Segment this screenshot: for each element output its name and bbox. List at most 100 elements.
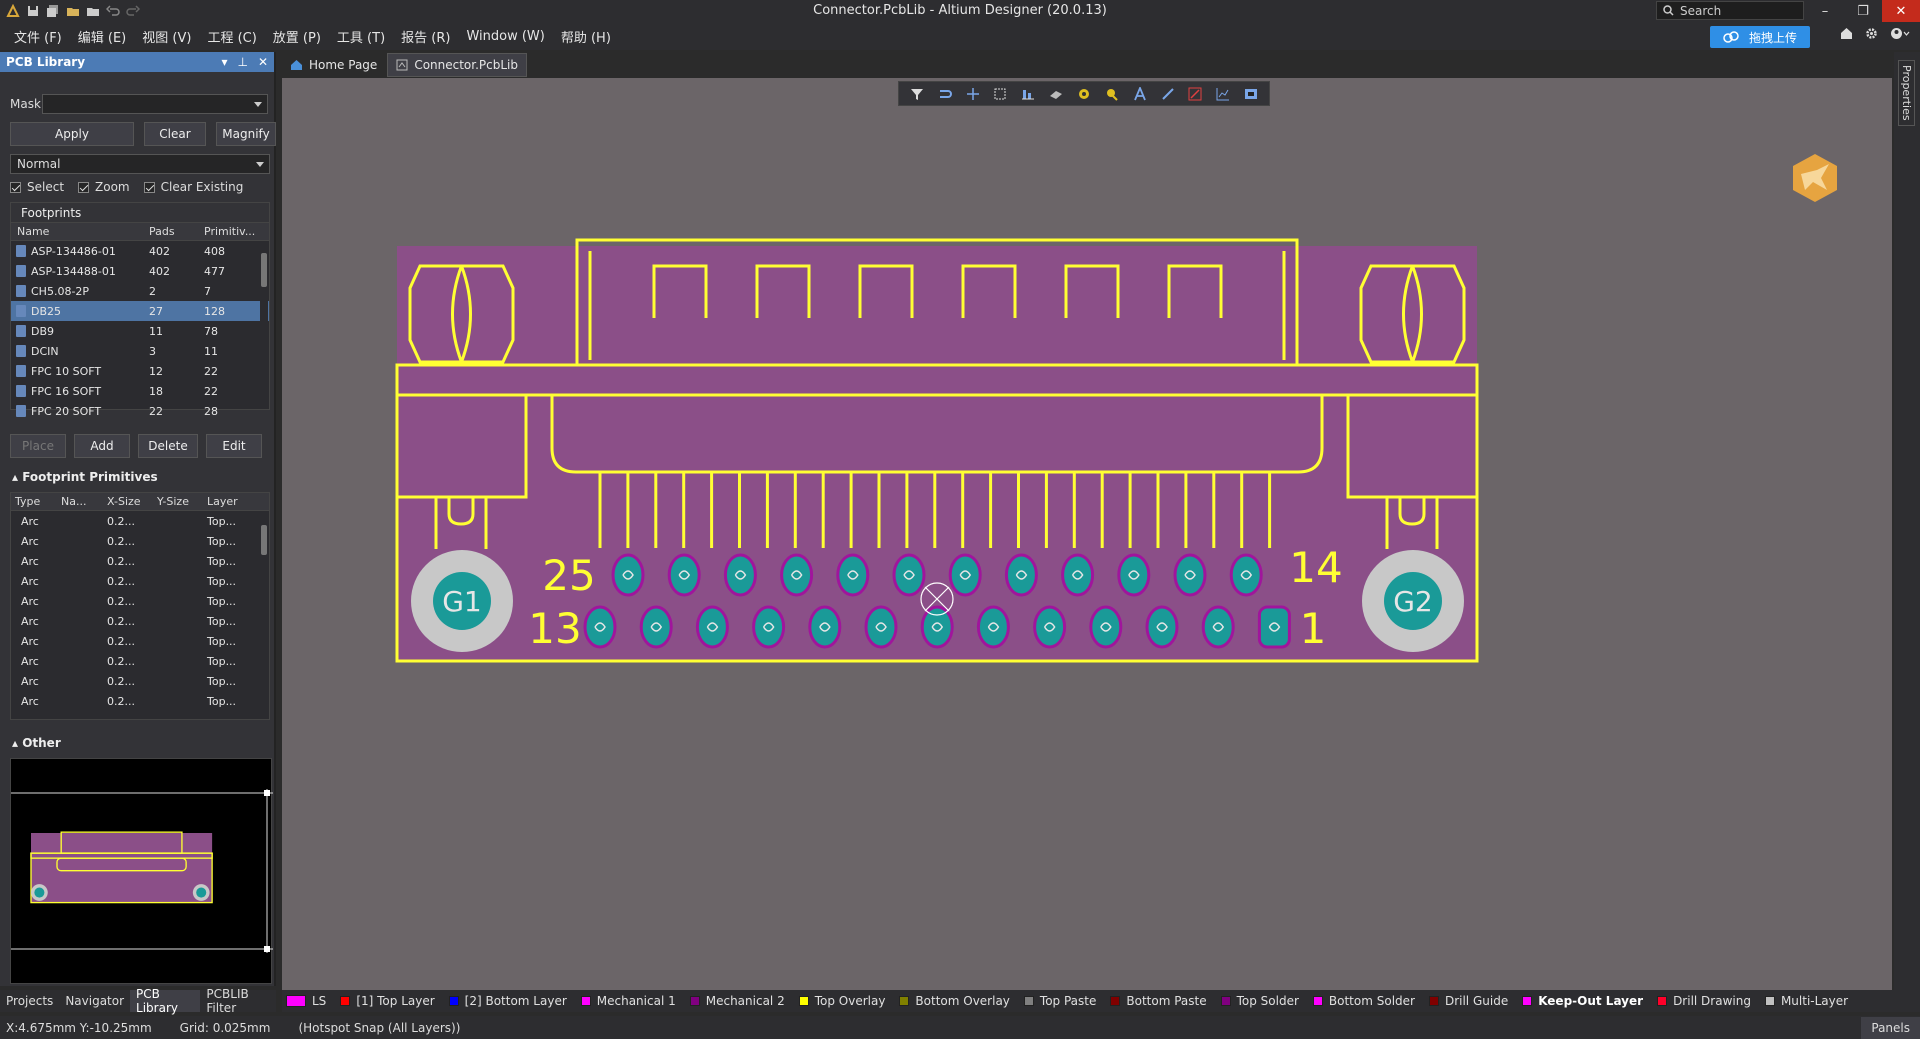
menu-view[interactable]: 视图 (V) — [134, 27, 199, 46]
tab-pcb-library[interactable]: PCB Library — [130, 987, 201, 1015]
primitive-layer: Top... — [207, 514, 237, 528]
footprint-row[interactable]: FPC 16 SOFT 18 22 — [11, 381, 269, 401]
tab-projects[interactable]: Projects — [0, 990, 59, 1012]
mask-input[interactable] — [42, 94, 268, 114]
layer-tab[interactable]: [1] Top Layer — [340, 994, 435, 1008]
apply-button[interactable]: Apply — [10, 122, 134, 146]
panels-button[interactable]: Panels — [1861, 1017, 1920, 1039]
menu-help[interactable]: 帮助 (H) — [553, 27, 619, 46]
zoom-checkbox[interactable]: Zoom — [78, 180, 130, 194]
edit-button[interactable]: Edit — [206, 434, 262, 458]
primitive-row[interactable]: Arc 0.2... Top... — [11, 511, 269, 531]
clear-existing-checkbox[interactable]: Clear Existing — [143, 180, 243, 194]
footprint-preview[interactable] — [10, 758, 273, 984]
footprint-row[interactable]: CH5.08-2P 2 7 — [11, 281, 269, 301]
layer-tab[interactable]: [2] Bottom Layer — [448, 994, 567, 1008]
minimize-button[interactable]: – — [1806, 0, 1844, 22]
panel-menu-icon[interactable]: ▾ — [221, 55, 227, 69]
col-type[interactable]: Type — [11, 495, 61, 508]
pin-icon[interactable]: ⊥ — [237, 55, 247, 69]
col-name-short[interactable]: Na... — [61, 495, 107, 508]
col-pads[interactable]: Pads — [149, 225, 204, 238]
menu-reports[interactable]: 报告 (R) — [393, 27, 458, 46]
undo-icon[interactable] — [106, 4, 120, 18]
clear-button[interactable]: Clear — [144, 122, 206, 146]
footprint-row[interactable]: DB25 27 128 — [11, 301, 269, 321]
pcb-canvas[interactable]: G1 G2 25 13 14 1 — [282, 78, 1892, 990]
primitive-row[interactable]: Arc 0.2... Top... — [11, 691, 269, 711]
menu-file[interactable]: 文件 (F) — [6, 27, 70, 46]
home-icon[interactable] — [1840, 27, 1853, 40]
primitives-scrollbar[interactable] — [260, 511, 268, 719]
footprint-row[interactable]: FPC 20 SOFT 22 28 — [11, 401, 269, 421]
upload-button[interactable]: 拖拽上传 — [1710, 26, 1810, 48]
primitive-row[interactable]: Arc 0.2... Top... — [11, 551, 269, 571]
layer-tab[interactable]: Bottom Paste — [1110, 994, 1207, 1008]
menu-window[interactable]: Window (W) — [458, 29, 552, 44]
user-icon[interactable] — [1890, 27, 1910, 40]
layer-tab[interactable]: Top Overlay — [798, 994, 885, 1008]
col-layer[interactable]: Layer — [207, 495, 257, 508]
layer-tab[interactable]: Drill Guide — [1428, 994, 1508, 1008]
primitive-row[interactable]: Arc 0.2... Top... — [11, 591, 269, 611]
menu-edit[interactable]: 编辑 (E) — [70, 27, 135, 46]
primitive-row[interactable]: Arc 0.2... Top... — [11, 531, 269, 551]
layer-tab[interactable]: LS — [286, 994, 326, 1008]
footprint-primitives: 7 — [204, 284, 211, 298]
footprint-row[interactable]: DB9 11 78 — [11, 321, 269, 341]
place-button[interactable]: Place — [10, 434, 66, 458]
footprint-row[interactable]: FPC 10 SOFT 12 22 — [11, 361, 269, 381]
maximize-button[interactable]: ❐ — [1844, 0, 1882, 22]
footprint-row[interactable]: DCIN 3 11 — [11, 341, 269, 361]
tab-home-page[interactable]: Home Page — [282, 53, 385, 77]
layer-tab[interactable]: Mechanical 1 — [580, 994, 676, 1008]
primitive-row[interactable]: Arc 0.2... Top... — [11, 611, 269, 631]
primitive-row[interactable]: Arc 0.2... Top... — [11, 631, 269, 651]
footprint-row[interactable]: ASP-134486-01 402 408 — [11, 241, 269, 261]
footprint-row[interactable]: ASP-134488-01 402 477 — [11, 261, 269, 281]
close-button[interactable]: ✕ — [1882, 0, 1920, 22]
col-xsize[interactable]: X-Size — [107, 495, 157, 508]
layer-tab[interactable]: Multi-Layer — [1764, 994, 1848, 1008]
menu-tools[interactable]: 工具 (T) — [329, 27, 393, 46]
layer-name: Mechanical 2 — [705, 994, 785, 1008]
search-input[interactable]: Search — [1656, 1, 1804, 20]
col-primitives[interactable]: Primitiv... — [204, 225, 259, 238]
save-icon[interactable] — [26, 4, 40, 18]
col-ysize[interactable]: Y-Size — [157, 495, 207, 508]
layer-tab[interactable]: Drill Drawing — [1657, 994, 1751, 1008]
layer-tab[interactable]: Top Paste — [1023, 994, 1096, 1008]
magnify-button[interactable]: Magnify — [216, 122, 276, 146]
layer-tab[interactable]: Mechanical 2 — [689, 994, 785, 1008]
other-section[interactable]: ▴ Other — [12, 736, 61, 750]
tab-navigator[interactable]: Navigator — [59, 990, 130, 1012]
layer-tab[interactable]: Keep-Out Layer — [1522, 994, 1643, 1008]
primitive-row[interactable]: Arc 0.2... Top... — [11, 571, 269, 591]
save-all-icon[interactable] — [46, 4, 60, 18]
add-button[interactable]: Add — [74, 434, 130, 458]
layer-tab[interactable]: Bottom Solder — [1312, 994, 1415, 1008]
delete-button[interactable]: Delete — [138, 434, 198, 458]
mode-select[interactable]: Normal — [10, 154, 270, 174]
select-checkbox[interactable]: Select — [10, 180, 64, 194]
gear-icon[interactable] — [1865, 27, 1878, 40]
layer-tab[interactable]: Bottom Overlay — [899, 994, 1010, 1008]
open-project-icon[interactable] — [86, 4, 100, 18]
col-name[interactable]: Name — [11, 225, 149, 238]
menu-place[interactable]: 放置 (P) — [265, 27, 329, 46]
open-folder-icon[interactable] — [66, 4, 80, 18]
layer-tab[interactable]: Top Solder — [1220, 994, 1299, 1008]
menu-project[interactable]: 工程 (C) — [199, 27, 264, 46]
redo-icon[interactable] — [126, 4, 140, 18]
tab-connector-pcblib[interactable]: Connector.PcbLib — [387, 53, 528, 77]
primitives-section[interactable]: ▴ Footprint Primitives — [12, 470, 158, 484]
footprints-scrollbar[interactable] — [260, 241, 268, 409]
footprint-icon — [16, 385, 26, 397]
primitive-row[interactable]: Arc 0.2... Top... — [11, 651, 269, 671]
properties-side-tab[interactable]: Properties — [1898, 60, 1915, 126]
primitive-row[interactable]: Arc 0.2... Top... — [11, 671, 269, 691]
scroll-thumb[interactable] — [261, 525, 267, 555]
scroll-thumb[interactable] — [261, 253, 267, 287]
tab-pcblib-filter[interactable]: PCBLIB Filter — [200, 987, 276, 1015]
panel-close-icon[interactable]: ✕ — [258, 55, 268, 69]
